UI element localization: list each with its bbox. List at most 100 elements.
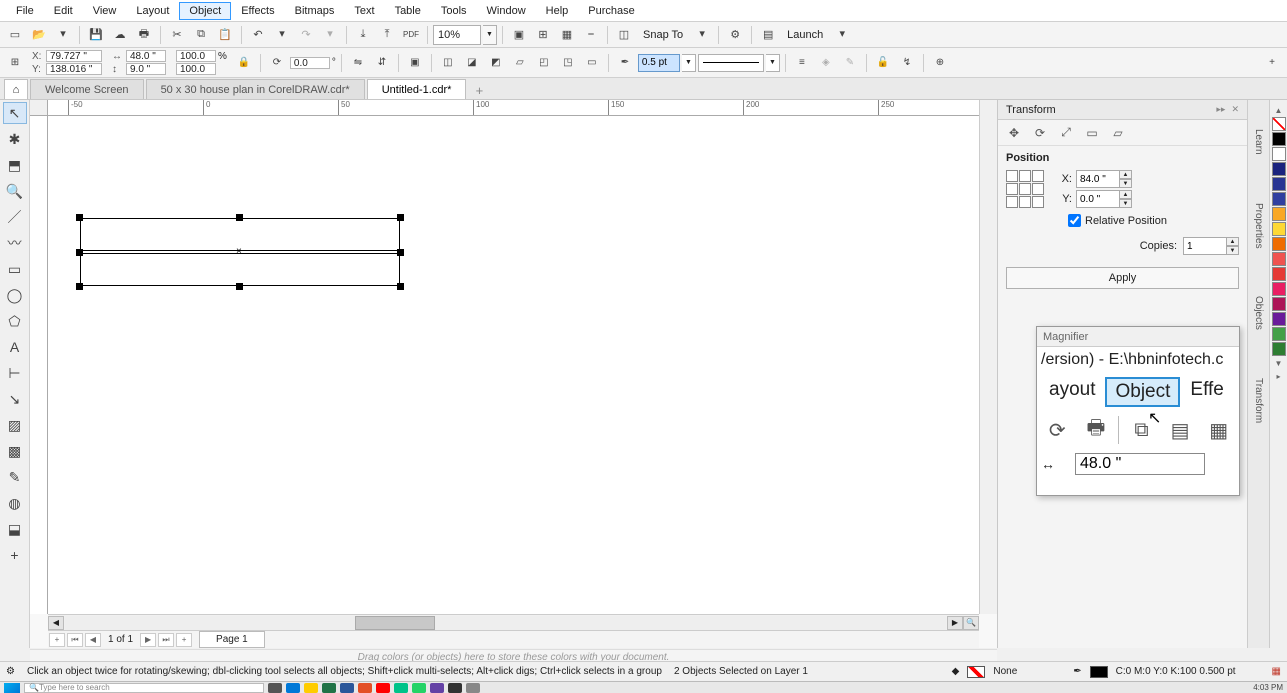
swatch-green2[interactable]: [1272, 342, 1286, 356]
mirror-h-button[interactable]: ⇋: [347, 52, 369, 74]
handle-bc[interactable]: [236, 283, 243, 290]
smartfill-tool[interactable]: ⬓: [3, 518, 27, 540]
app1-icon[interactable]: [394, 683, 408, 693]
horizontal-scrollbar[interactable]: ◀ ▶ 🔍: [48, 614, 979, 630]
edge-icon[interactable]: [286, 683, 300, 693]
freehand-tool[interactable]: ／: [3, 206, 27, 228]
menu-bitmaps[interactable]: Bitmaps: [285, 2, 345, 20]
excel-icon[interactable]: [322, 683, 336, 693]
swatch-none[interactable]: [1272, 117, 1286, 131]
menu-text[interactable]: Text: [344, 2, 384, 20]
launch-label[interactable]: Launch: [781, 29, 829, 41]
app2-icon[interactable]: [430, 683, 444, 693]
add-page-button[interactable]: +: [49, 633, 65, 647]
redo-button[interactable]: ↷: [295, 24, 317, 46]
ruler-horizontal[interactable]: -50050100150200250: [48, 100, 979, 116]
scroll-right-button[interactable]: ▶: [947, 616, 963, 630]
copies-down[interactable]: ▼: [1227, 246, 1239, 255]
import-button[interactable]: ⤓: [352, 24, 374, 46]
open-dropdown[interactable]: ▾: [52, 24, 74, 46]
palette-down[interactable]: ▼: [1275, 359, 1283, 368]
zoom-canvas-button[interactable]: 🔍: [963, 616, 979, 630]
outline-width-dropdown[interactable]: ▼: [682, 54, 696, 72]
swatch-amber[interactable]: [1272, 207, 1286, 221]
ellipse-tool[interactable]: ◯: [3, 284, 27, 306]
scalex-input[interactable]: 100.0: [176, 50, 216, 62]
menu-window[interactable]: Window: [477, 2, 536, 20]
guidelines-button[interactable]: ⎯: [580, 24, 602, 46]
line-style-select[interactable]: [698, 54, 764, 72]
copies-up[interactable]: ▲: [1227, 237, 1239, 246]
swatch-black[interactable]: [1272, 132, 1286, 146]
pos-y-up[interactable]: ▲: [1120, 190, 1132, 199]
trim-button[interactable]: ◪: [461, 52, 483, 74]
front-minus-back-button[interactable]: ◰: [533, 52, 555, 74]
handle-mr[interactable]: [397, 249, 404, 256]
eyedropper-tool[interactable]: ✎: [3, 466, 27, 488]
swatch-purple[interactable]: [1272, 312, 1286, 326]
gear-icon[interactable]: ⚙: [6, 666, 15, 677]
docker-collapse-button[interactable]: ▸▸: [1216, 104, 1225, 115]
launch-icon[interactable]: ▤: [757, 24, 779, 46]
anchor-grid[interactable]: [1006, 170, 1044, 208]
handle-ml[interactable]: [76, 249, 83, 256]
undo-dropdown[interactable]: ▾: [271, 24, 293, 46]
fill-indicator-icon[interactable]: ◆: [952, 666, 960, 677]
redo-dropdown[interactable]: ▾: [319, 24, 341, 46]
convert-button[interactable]: ↯: [896, 52, 918, 74]
new-button[interactable]: ▭: [4, 24, 26, 46]
zoom-dropdown[interactable]: ▼: [483, 25, 497, 45]
pos-y-input[interactable]: [1076, 190, 1120, 208]
ruler-origin[interactable]: [30, 100, 48, 116]
swatch-orange[interactable]: [1272, 237, 1286, 251]
menu-purchase[interactable]: Purchase: [578, 2, 644, 20]
dropshadow-tool[interactable]: ▨: [3, 414, 27, 436]
pos-x-input[interactable]: [1076, 170, 1120, 188]
vtab-transform[interactable]: Transform: [1250, 369, 1267, 432]
mirror-v-button[interactable]: ⇵: [371, 52, 393, 74]
first-page-button[interactable]: ⏮: [67, 633, 83, 647]
next-page-button[interactable]: ▶: [140, 633, 156, 647]
rectangle-tool[interactable]: ▭: [3, 258, 27, 280]
menu-effects[interactable]: Effects: [231, 2, 284, 20]
whatsapp-icon[interactable]: [412, 683, 426, 693]
text-tool[interactable]: A: [3, 336, 27, 358]
cut-button[interactable]: ✂: [166, 24, 188, 46]
outline-indicator-icon[interactable]: ✒: [1073, 666, 1081, 677]
swatch-blue2[interactable]: [1272, 192, 1286, 206]
more-tools[interactable]: +: [3, 544, 27, 566]
doc-tab-untitled[interactable]: Untitled-1.cdr*: [367, 79, 467, 99]
x-input[interactable]: 79.727 ": [46, 50, 102, 62]
add-page-after-button[interactable]: +: [176, 633, 192, 647]
back-minus-front-button[interactable]: ◳: [557, 52, 579, 74]
outline-width-input[interactable]: 0.5 pt: [638, 54, 680, 72]
swatch-red1[interactable]: [1272, 252, 1286, 266]
save-button[interactable]: 💾: [85, 24, 107, 46]
swatch-navy[interactable]: [1272, 162, 1286, 176]
app3-icon[interactable]: [466, 683, 480, 693]
fill-tool[interactable]: ◍: [3, 492, 27, 514]
height-input[interactable]: 9.0 ": [126, 63, 166, 75]
fill-swatch[interactable]: [967, 666, 985, 678]
scroll-thumb[interactable]: [355, 616, 435, 630]
vtab-learn[interactable]: Learn: [1250, 120, 1267, 164]
transform-skew-tab[interactable]: ▱: [1108, 123, 1128, 143]
line-style-dropdown[interactable]: ▼: [766, 54, 780, 72]
swatch-magenta[interactable]: [1272, 297, 1286, 311]
copy-button[interactable]: ⧉: [190, 24, 212, 46]
explorer-icon[interactable]: [304, 683, 318, 693]
zoom-level-input[interactable]: 10%: [433, 25, 481, 45]
handle-tc[interactable]: [236, 214, 243, 221]
pos-y-down[interactable]: ▼: [1120, 199, 1132, 208]
swatch-yellow[interactable]: [1272, 222, 1286, 236]
magnifier-window[interactable]: Magnifier /ersion) - E:\hbninfotech.c ay…: [1036, 326, 1240, 496]
transform-size-tab[interactable]: ▭: [1082, 123, 1102, 143]
magnifier-title[interactable]: Magnifier: [1037, 327, 1239, 347]
fullscreen-button[interactable]: ▣: [508, 24, 530, 46]
vtab-objects[interactable]: Objects: [1250, 287, 1267, 339]
swatch-red2[interactable]: [1272, 267, 1286, 281]
vtab-properties[interactable]: Properties: [1250, 194, 1267, 258]
taskbar-search[interactable]: 🔍 Type here to search: [24, 683, 264, 693]
chrome-icon[interactable]: [358, 683, 372, 693]
pos-x-up[interactable]: ▲: [1120, 170, 1132, 179]
